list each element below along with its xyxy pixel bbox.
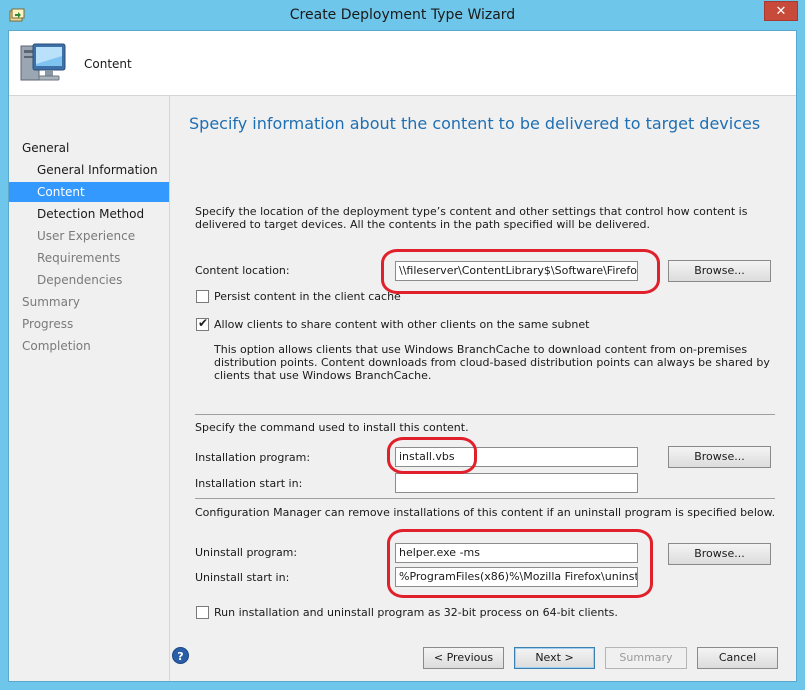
help-icon[interactable]: ? [172,647,189,664]
allow-share-checkbox[interactable]: ✔ [196,316,209,331]
section-divider [195,498,775,499]
content-location-label: Content location: [195,264,290,277]
install-start-input[interactable] [395,473,638,493]
wizard-nav: General General Information Content Dete… [9,96,170,681]
run-32bit-label: Run installation and uninstall program a… [214,606,618,619]
install-start-label: Installation start in: [195,477,303,490]
main-heading: Specify information about the content to… [189,114,761,133]
allow-share-label: Allow clients to share content with othe… [214,318,590,331]
run-32bit-checkbox[interactable] [196,606,209,619]
nav-item-detection-method[interactable]: Detection Method [9,204,169,224]
cancel-button[interactable]: Cancel [697,647,778,669]
content-page: Specify information about the content to… [171,96,796,681]
page-title: Content [84,57,132,71]
intro-text: Specify the location of the deployment t… [195,205,748,231]
close-button[interactable]: ✕ [764,1,798,21]
annotation-oval-content-location [381,249,660,294]
nav-item-user-experience: User Experience [37,229,136,243]
uninstall-program-label: Uninstall program: [195,546,298,559]
next-button[interactable]: Next > [514,647,595,669]
nav-item-requirements: Requirements [37,251,121,265]
checkmark-icon: ✔ [198,316,209,330]
nav-item-general-information[interactable]: General Information [9,160,169,180]
command-section-label: Specify the command used to install this… [195,421,469,434]
previous-button[interactable]: < Previous [423,647,504,669]
install-program-label: Installation program: [195,451,311,464]
title-bar[interactable]: Create Deployment Type Wizard ✕ [0,0,805,30]
summary-button: Summary [605,647,687,669]
section-divider [195,414,775,415]
nav-item-completion: Completion [22,339,91,353]
wizard-client-area: Content General General Information Cont… [8,30,797,682]
install-program-browse-button[interactable]: Browse... [668,446,771,468]
annotation-oval-uninstall [387,529,653,598]
nav-item-dependencies: Dependencies [37,273,123,287]
nav-item-summary: Summary [22,295,80,309]
nav-item-content[interactable]: Content [9,182,169,202]
nav-item-general[interactable]: General [9,138,169,158]
uninstall-program-browse-button[interactable]: Browse... [668,543,771,565]
uninstall-start-label: Uninstall start in: [195,571,290,584]
wizard-window: Create Deployment Type Wizard ✕ Content … [0,0,805,690]
annotation-oval-install-program [387,437,477,474]
window-title: Create Deployment Type Wizard [289,7,516,23]
persist-content-label: Persist content in the client cache [214,290,401,303]
persist-content-checkbox[interactable] [196,290,209,303]
uninstall-note: Configuration Manager can remove install… [195,506,776,519]
header-band: Content [9,31,796,96]
nav-item-progress: Progress [22,317,74,331]
branchcache-note: This option allows clients that use Wind… [214,343,770,382]
content-location-browse-button[interactable]: Browse... [668,260,771,282]
monitor-icon [20,43,66,81]
